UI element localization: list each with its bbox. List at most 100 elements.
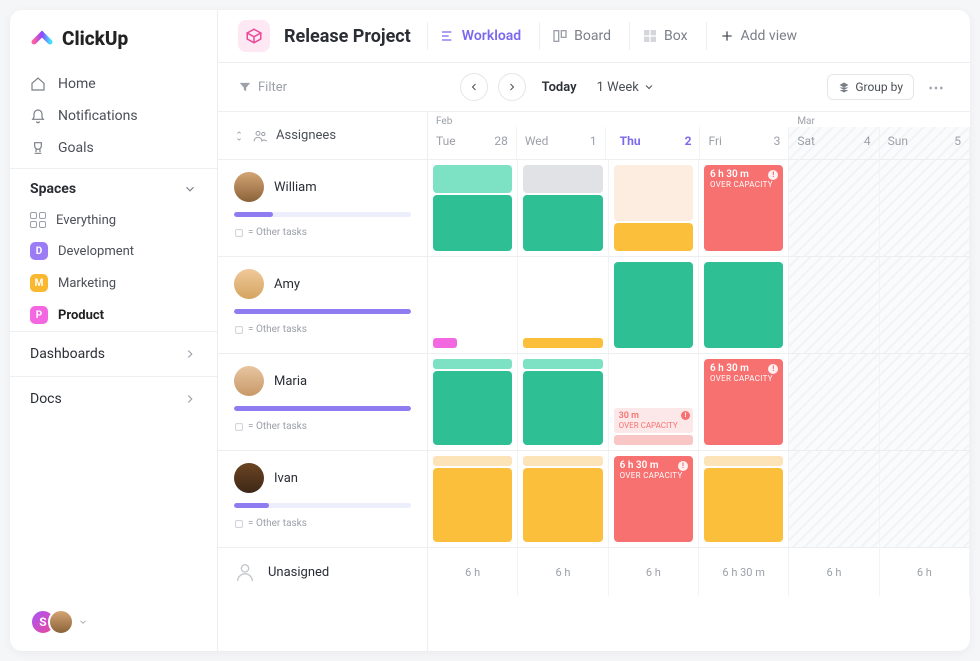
- calendar-cell[interactable]: [428, 354, 518, 450]
- space-everything[interactable]: Everything: [10, 205, 217, 235]
- user-footer[interactable]: S: [10, 593, 217, 651]
- day-header[interactable]: Fri3: [700, 127, 789, 159]
- calendar-cell[interactable]: [609, 160, 699, 256]
- other-tasks-label: = Other tasks: [234, 421, 411, 432]
- calendar-cell[interactable]: [518, 257, 608, 353]
- topbar: Release Project Workload Board Box Add v…: [218, 10, 970, 63]
- day-header[interactable]: Sun5: [880, 127, 970, 159]
- group-by-button[interactable]: Group by: [827, 74, 914, 100]
- calendar-cell[interactable]: [699, 257, 789, 353]
- prev-button[interactable]: [460, 73, 488, 101]
- nav-dashboards[interactable]: Dashboards: [10, 331, 217, 376]
- assignee-row[interactable]: Ivan= Other tasks: [218, 451, 427, 548]
- tab-workload[interactable]: Workload: [427, 22, 533, 50]
- calendar-cell[interactable]: 6 h 30 mOVER CAPACITY!: [699, 160, 789, 256]
- nav-goals[interactable]: Goals: [10, 132, 217, 164]
- tab-board-label: Board: [574, 28, 611, 44]
- calendar-cell[interactable]: 30 mOVER CAPACITY!: [609, 354, 699, 450]
- calendar-cell[interactable]: [789, 451, 879, 547]
- nav-goals-label: Goals: [58, 140, 94, 156]
- nav-notifications-label: Notifications: [58, 108, 138, 124]
- tab-box[interactable]: Box: [629, 22, 700, 50]
- over-capacity-block[interactable]: 30 mOVER CAPACITY!: [614, 408, 693, 433]
- calendar-cell[interactable]: [789, 160, 879, 256]
- app-shell: ClickUp Home Notifications Goals Spaces …: [10, 10, 970, 651]
- chevron-down-icon: [78, 617, 88, 627]
- assignee-row[interactable]: Amy= Other tasks: [218, 257, 427, 354]
- assignee-name: Maria: [274, 374, 307, 389]
- unassigned-row[interactable]: Unasigned: [218, 548, 427, 596]
- avatar: [234, 463, 264, 493]
- over-capacity-block[interactable]: 6 h 30 mOVER CAPACITY!: [614, 456, 693, 542]
- calendar-cell[interactable]: [609, 257, 699, 353]
- calendar-cell[interactable]: [880, 257, 970, 353]
- space-name: Marketing: [58, 276, 116, 291]
- filter-label: Filter: [258, 80, 287, 95]
- space-item[interactable]: PProduct: [10, 299, 217, 331]
- chevron-right-icon: [506, 81, 518, 93]
- progress-bar: [234, 212, 411, 217]
- assignee-header[interactable]: Assignees: [218, 112, 427, 160]
- calendar-cell[interactable]: [428, 160, 518, 256]
- next-button[interactable]: [498, 73, 526, 101]
- calendar-cell[interactable]: [880, 354, 970, 450]
- day-header[interactable]: Thu2: [612, 127, 701, 159]
- range-label: 1 Week: [597, 80, 639, 95]
- tab-add-view-label: Add view: [741, 28, 798, 44]
- over-capacity-block[interactable]: 6 h 30 mOVER CAPACITY!: [704, 165, 783, 251]
- more-button[interactable]: ⋯: [924, 74, 950, 101]
- clickup-logo-icon: [30, 26, 54, 50]
- range-selector[interactable]: 1 Week: [597, 80, 655, 95]
- calendar-header: FebTue28Wed1Thu2Fri3MarSat4Sun5: [428, 112, 970, 160]
- calendar-cell[interactable]: [518, 451, 608, 547]
- assignee-header-label: Assignees: [276, 128, 336, 143]
- spaces-header[interactable]: Spaces: [10, 168, 217, 205]
- tab-board[interactable]: Board: [539, 22, 623, 50]
- calendar-cell[interactable]: [789, 257, 879, 353]
- group-by-label: Group by: [855, 80, 903, 94]
- logo[interactable]: ClickUp: [10, 10, 217, 64]
- calendar-cell[interactable]: 6 h 30 mOVER CAPACITY!: [699, 354, 789, 450]
- filter-button[interactable]: Filter: [238, 80, 287, 95]
- calendar-cell[interactable]: [789, 354, 879, 450]
- chevron-right-icon: [183, 392, 197, 406]
- board-icon: [552, 28, 568, 44]
- day-header[interactable]: Sat4: [789, 127, 879, 159]
- chevron-left-icon: [468, 81, 480, 93]
- layers-icon: [838, 81, 850, 93]
- space-item[interactable]: M Marketing: [10, 267, 217, 299]
- calendar-cell[interactable]: [428, 451, 518, 547]
- nav-notifications[interactable]: Notifications: [10, 100, 217, 132]
- brand-name: ClickUp: [62, 27, 128, 50]
- space-badge: M: [30, 274, 48, 292]
- space-item[interactable]: DDevelopment: [10, 235, 217, 267]
- calendar-cell[interactable]: [428, 257, 518, 353]
- project-icon[interactable]: [238, 20, 270, 52]
- space-badge: P: [30, 306, 48, 324]
- toolbar: Filter Today 1 Week Group by ⋯: [218, 63, 970, 112]
- nav-home[interactable]: Home: [10, 68, 217, 100]
- avatar: [234, 366, 264, 396]
- calendar-cell[interactable]: [880, 451, 970, 547]
- calendar-cell[interactable]: [518, 354, 608, 450]
- day-header[interactable]: Wed1: [517, 127, 606, 159]
- nav-home-label: Home: [58, 76, 96, 92]
- assignee-row[interactable]: Maria = Other tasks: [218, 354, 427, 451]
- other-tasks-label: = Other tasks: [234, 227, 411, 238]
- calendar-cell[interactable]: [518, 160, 608, 256]
- nav-docs[interactable]: Docs: [10, 376, 217, 421]
- calendar-cell[interactable]: [880, 160, 970, 256]
- calendar-cell[interactable]: 6 h 30 mOVER CAPACITY!: [609, 451, 699, 547]
- today-button[interactable]: Today: [542, 80, 577, 95]
- assignee-name: William: [274, 180, 317, 195]
- footer-hour-cell: 6 h: [518, 548, 608, 596]
- space-name: Development: [58, 244, 134, 259]
- grid-icon: [30, 212, 46, 228]
- calendar-cell[interactable]: [699, 451, 789, 547]
- assignee-row[interactable]: William = Other tasks: [218, 160, 427, 257]
- tab-add-view[interactable]: Add view: [706, 22, 810, 50]
- day-header[interactable]: Tue28: [428, 127, 517, 159]
- trophy-icon: [30, 140, 46, 156]
- chevron-right-icon: [183, 347, 197, 361]
- over-capacity-block[interactable]: 6 h 30 mOVER CAPACITY!: [704, 359, 783, 445]
